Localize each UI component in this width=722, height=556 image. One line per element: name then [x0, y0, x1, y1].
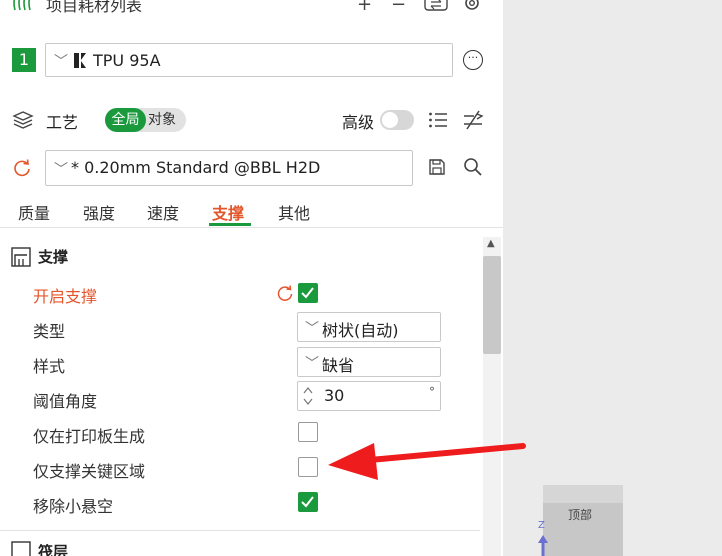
annotation-arrow [328, 443, 526, 480]
view-cube[interactable]: 顶部 [543, 485, 623, 556]
z-axis-label: Z [538, 520, 545, 531]
view-cube-top-face [543, 485, 623, 503]
z-axis-arrow-icon [538, 535, 548, 556]
view-cube-top-label[interactable]: 顶部 [568, 506, 592, 523]
